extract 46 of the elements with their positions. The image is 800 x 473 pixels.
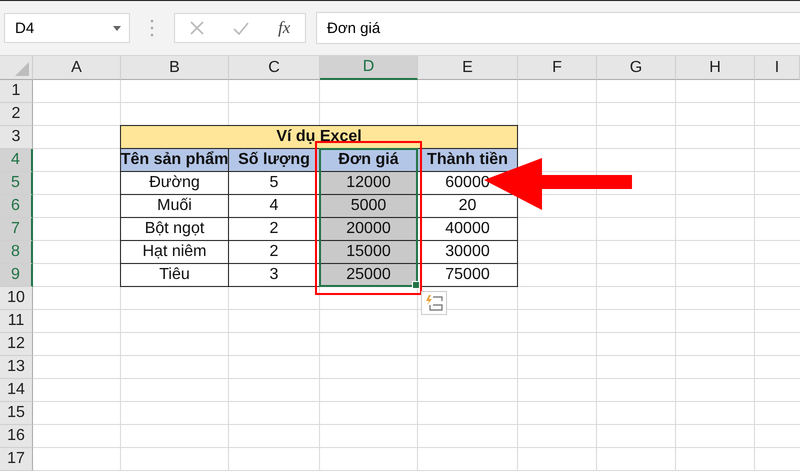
cancel-icon[interactable] — [190, 21, 204, 35]
row-header[interactable]: 2 — [0, 103, 33, 126]
row-header[interactable]: 1 — [0, 80, 33, 103]
table-title: Ví dụ Excel — [120, 125, 518, 149]
row-header[interactable]: 4 — [0, 149, 33, 172]
row-header[interactable]: 6 — [0, 195, 33, 218]
column-header[interactable]: B — [121, 56, 229, 80]
name-box[interactable]: D4 — [4, 13, 130, 43]
triangle-icon[interactable] — [15, 62, 29, 76]
table-header: Tên sản phẩm — [120, 148, 229, 172]
insert-function-button[interactable]: fx — [278, 18, 290, 38]
fill-handle[interactable] — [412, 281, 420, 289]
row-header[interactable]: 8 — [0, 241, 33, 264]
table-cell: 20000 — [319, 217, 418, 241]
row-header[interactable]: 10 — [0, 287, 33, 310]
dropdown-icon[interactable] — [113, 26, 121, 30]
column-header[interactable]: C — [229, 56, 320, 80]
table-header: Thành tiền — [417, 148, 518, 172]
row-header[interactable]: 12 — [0, 333, 33, 356]
row-header[interactable]: 16 — [0, 425, 33, 448]
row-header[interactable]: 3 — [0, 126, 33, 149]
column-header[interactable]: G — [597, 56, 676, 80]
row-header[interactable]: 13 — [0, 356, 33, 379]
row-header[interactable]: 7 — [0, 218, 33, 241]
quick-analysis-icon[interactable] — [421, 291, 447, 315]
formula-field[interactable]: Đơn giá — [316, 12, 800, 44]
column-header[interactable]: D — [320, 56, 418, 80]
column-header[interactable]: A — [33, 56, 121, 80]
row-header[interactable]: 5 — [0, 172, 33, 195]
row-header[interactable]: 14 — [0, 379, 33, 402]
row-header[interactable]: 9 — [0, 264, 33, 287]
column-header[interactable]: F — [518, 56, 597, 80]
column-header[interactable]: H — [676, 56, 755, 80]
table-cell: 12000 — [319, 171, 418, 195]
column-header[interactable]: I — [755, 56, 800, 80]
select-all-button[interactable] — [0, 56, 33, 80]
table-cell: Tiêu — [120, 263, 229, 287]
grip-icon — [150, 19, 154, 37]
table-cell: 15000 — [319, 240, 418, 264]
table-cell: 5000 — [319, 194, 418, 218]
confirm-icon[interactable] — [232, 22, 249, 34]
table-header: Số lượng — [228, 148, 320, 172]
row-header[interactable]: 15 — [0, 402, 33, 425]
column-header[interactable]: E — [418, 56, 518, 80]
row-header[interactable]: 11 — [0, 310, 33, 333]
row-header[interactable]: 17 — [0, 448, 33, 471]
